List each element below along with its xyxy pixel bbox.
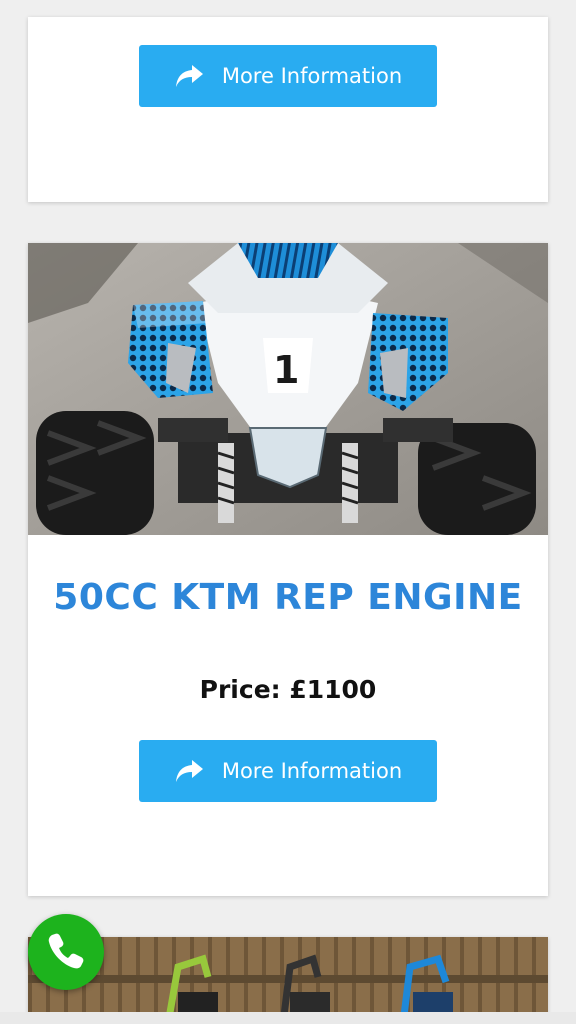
product-title: 50CC KTM REP ENGINE [53, 577, 523, 618]
call-button[interactable] [28, 914, 104, 990]
product-price: Price: £1100 [199, 675, 377, 704]
page-top-strip [0, 0, 576, 17]
more-information-button[interactable]: More Information [139, 740, 437, 802]
more-information-button[interactable]: More Information [139, 45, 437, 107]
product-image[interactable] [28, 937, 548, 1024]
product-image[interactable]: 1 [28, 243, 548, 535]
product-card-previous: More Information [28, 17, 548, 202]
more-information-label: More Information [221, 759, 403, 783]
phone-icon [46, 930, 86, 974]
share-arrow-icon [174, 63, 204, 89]
bottom-edge [0, 1012, 576, 1024]
svg-text:1: 1 [273, 348, 299, 392]
product-card-next [28, 937, 548, 1024]
more-information-label: More Information [221, 64, 403, 88]
product-card: 1 50CC KTM REP ENGINE Price: £1100 More … [28, 243, 548, 896]
share-arrow-icon [174, 758, 204, 784]
